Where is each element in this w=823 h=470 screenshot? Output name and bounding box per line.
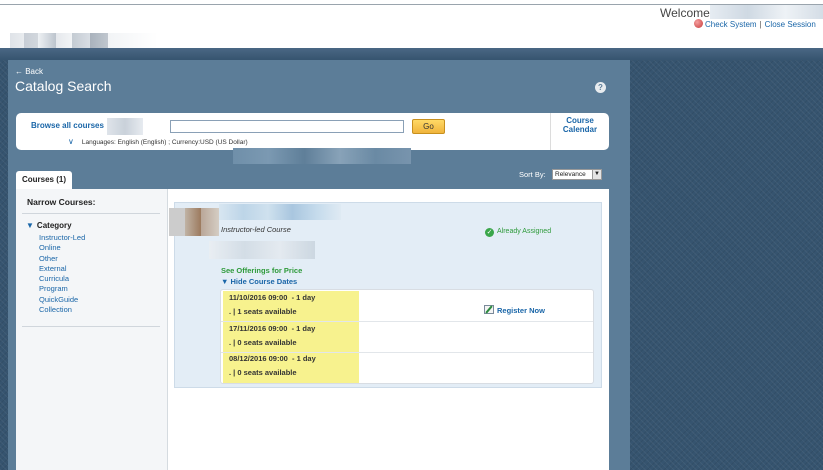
course-type: Instructor-led Course: [221, 225, 291, 234]
status-text: Already Assigned: [497, 228, 552, 235]
session-date: 08/12/2016 09:00: [229, 354, 288, 363]
search-input[interactable]: [170, 120, 404, 133]
top-divider: [0, 4, 823, 5]
status-badge: ✓ Already Assigned: [485, 228, 551, 237]
session-date-3: 08/12/2016 09:00 - 1 day: [229, 352, 316, 366]
sort-by-label: Sort By:: [519, 170, 546, 179]
check-system-icon: [694, 19, 703, 28]
background-shade: [0, 48, 823, 60]
browse-redacted: [107, 118, 143, 135]
course-calendar-line2: Calendar: [562, 125, 598, 134]
browse-all-courses-link[interactable]: Browse all courses: [31, 121, 104, 130]
see-offerings-link[interactable]: See Offerings for Price: [221, 266, 302, 275]
check-circle-icon: ✓: [485, 228, 494, 237]
link-separator: |: [759, 20, 762, 29]
category-item-collection[interactable]: Collection: [39, 305, 85, 315]
course-description-redacted: [209, 241, 315, 259]
go-button[interactable]: Go: [412, 119, 445, 134]
course-thumbnail: [169, 208, 219, 236]
dropdown-arrow-icon: ▼: [592, 170, 601, 179]
page-title: Catalog Search: [15, 78, 112, 94]
close-session-link[interactable]: Close Session: [765, 20, 816, 29]
category-title: Category: [36, 221, 72, 230]
register-now-label: Register Now: [497, 306, 545, 315]
course-title-redacted[interactable]: [219, 204, 341, 220]
edit-register-icon: [484, 305, 494, 314]
session-duration: - 1 day: [291, 324, 316, 333]
back-link[interactable]: ← Back: [15, 67, 43, 76]
category-item-program[interactable]: Program: [39, 284, 85, 294]
banner-redacted: [233, 148, 411, 164]
languages-info: ∨ Languages: English (English) ; Currency…: [68, 137, 248, 146]
category-item-online[interactable]: Online: [39, 243, 85, 253]
session-date: 17/11/2016 09:00: [229, 324, 288, 333]
session-seats-1: . | 1 seats available: [229, 307, 297, 316]
user-name-redacted: [710, 5, 823, 19]
category-item-external[interactable]: External: [39, 264, 85, 274]
session-date-2: 17/11/2016 09:00 - 1 day: [229, 322, 315, 336]
search-panel: Browse all courses Go Course Calendar ∨ L…: [16, 113, 609, 150]
session-seats-2: . | 0 seats available: [229, 338, 297, 347]
course-calendar-line1: Course: [566, 116, 594, 125]
category-item-quickguide[interactable]: QuickGuide: [39, 295, 85, 305]
chevron-down-icon[interactable]: ∨: [68, 137, 74, 146]
languages-text: Languages: English (English) ; Currency:…: [81, 139, 248, 146]
category-item-instructor-led[interactable]: Instructor-Led: [39, 233, 85, 243]
session-seats-3: . | 0 seats available: [229, 368, 297, 377]
tab-courses[interactable]: Courses (1): [16, 171, 72, 189]
welcome-text: Welcome: [660, 6, 710, 20]
sidebar-divider-bottom: [22, 326, 160, 327]
check-system-link[interactable]: Check System: [705, 20, 757, 29]
sidebar-divider: [22, 213, 160, 214]
hide-dates-label: Hide Course Dates: [230, 277, 298, 286]
sort-select[interactable]: Relevance ▼: [552, 169, 602, 180]
narrow-sidebar: [16, 189, 168, 470]
course-calendar-link[interactable]: Course Calendar: [550, 113, 609, 150]
category-item-other[interactable]: Other: [39, 254, 85, 264]
sort-selected-value: Relevance: [555, 171, 586, 178]
session-date-1: 11/10/2016 09:00 - 1 day: [229, 291, 315, 305]
session-duration: - 1 day: [291, 354, 316, 363]
narrow-courses-heading: Narrow Courses:: [27, 197, 96, 207]
triangle-down-icon: ▼: [221, 277, 231, 286]
register-now-link[interactable]: Register Now: [484, 305, 545, 315]
session-date: 11/10/2016 09:00: [229, 293, 288, 302]
category-header[interactable]: ▼ Category: [26, 221, 72, 230]
session-duration: - 1 day: [291, 293, 316, 302]
hide-course-dates-link[interactable]: ▼ Hide Course Dates: [221, 277, 297, 286]
header-links: Check System | Close Session: [694, 19, 816, 29]
category-item-curricula[interactable]: Curricula: [39, 274, 85, 284]
help-icon[interactable]: ?: [595, 82, 606, 93]
category-list: Instructor-Led Online Other External Cur…: [39, 233, 85, 315]
triangle-down-icon: ▼: [26, 221, 34, 230]
